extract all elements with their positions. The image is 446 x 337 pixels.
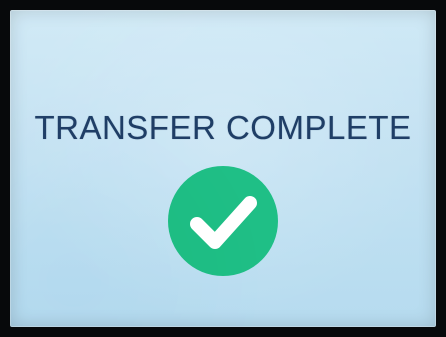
screen-panel: TRANSFER COMPLETE [10, 10, 436, 327]
check-circle-icon [168, 166, 278, 276]
device-bezel: TRANSFER COMPLETE [0, 0, 446, 337]
status-title: TRANSFER COMPLETE [34, 109, 412, 146]
